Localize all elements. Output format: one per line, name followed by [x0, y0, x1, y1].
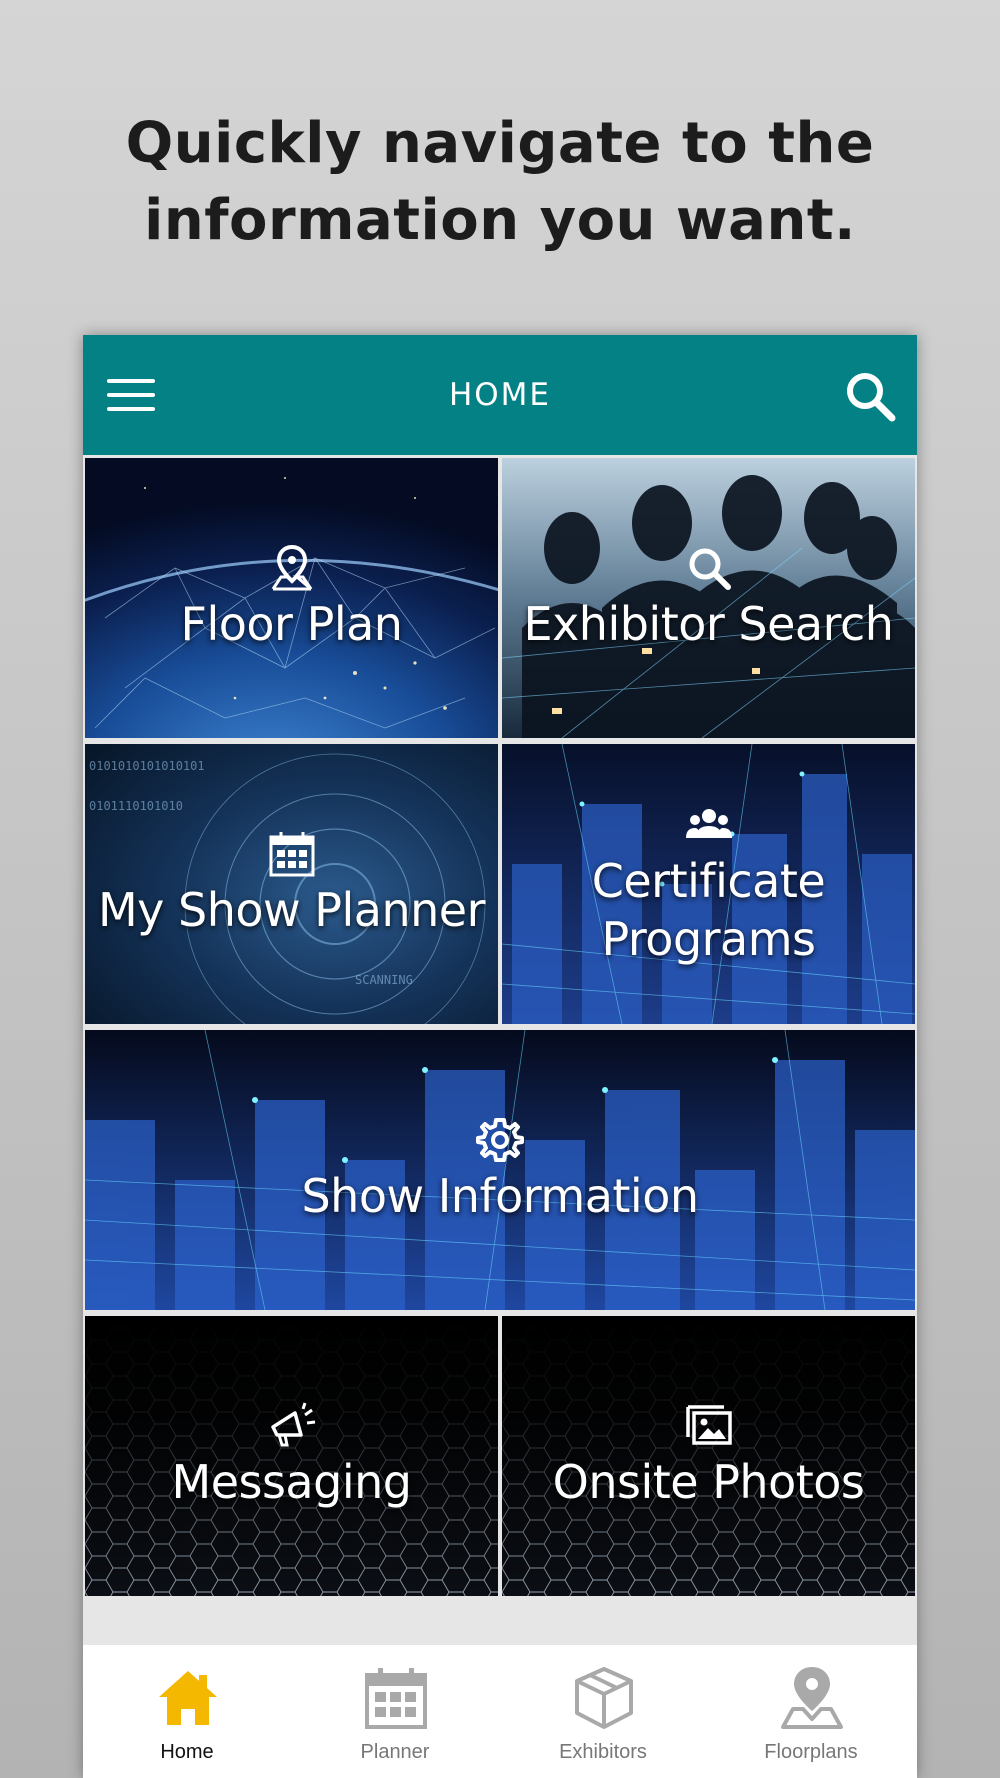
tab-label: Floorplans: [764, 1741, 858, 1763]
tab-floorplans[interactable]: Floorplans: [707, 1645, 915, 1778]
map-pin-icon: [781, 1667, 843, 1729]
home-icon: [159, 1671, 217, 1725]
tile-my-show-planner[interactable]: 0101010101010101 0101110101010 SCANNING …: [85, 744, 498, 1024]
megaphone-icon: [270, 1402, 315, 1447]
tile-exhibitor-search[interactable]: Exhibitor Search: [502, 458, 915, 738]
group-icon: [685, 809, 732, 838]
box-icon: [575, 1667, 633, 1729]
search-icon: [847, 373, 896, 422]
phone-screen: HOME Floor Plan Exhibitor Search 0101010…: [83, 335, 917, 1778]
map-pin-icon: [271, 544, 312, 591]
calendar-icon: [269, 832, 314, 877]
tile-label: Onsite Photos: [552, 1455, 865, 1509]
tab-home[interactable]: Home: [83, 1645, 291, 1778]
bottom-tab-bar: Home Planner Exhibitors Floorplans: [83, 1645, 917, 1778]
tab-label: Planner: [360, 1741, 430, 1763]
tile-label-line-2: Programs: [601, 912, 816, 966]
photos-icon: [685, 1405, 732, 1445]
app-bar: HOME: [83, 335, 917, 455]
tile-onsite-photos[interactable]: Onsite Photos: [502, 1316, 915, 1596]
tab-label: Exhibitors: [559, 1741, 647, 1763]
tile-label: Floor Plan: [180, 597, 403, 651]
tile-label: Messaging: [171, 1455, 412, 1509]
headline-line-2: information you want.: [144, 188, 856, 253]
search-icon: [689, 548, 731, 590]
tile-label: Exhibitor Search: [523, 597, 894, 651]
headline-line-1: Quickly navigate to the: [125, 111, 875, 176]
tile-certificate-programs[interactable]: Certificate Programs: [502, 744, 915, 1024]
tab-label: Home: [160, 1741, 214, 1763]
search-button[interactable]: [843, 369, 897, 423]
calendar-icon: [365, 1668, 427, 1729]
tab-planner[interactable]: Planner: [291, 1645, 499, 1778]
tile-label-line-1: Certificate: [591, 854, 826, 908]
tile-floor-plan[interactable]: Floor Plan: [85, 458, 498, 738]
tile-messaging[interactable]: Messaging: [85, 1316, 498, 1596]
headline: Quickly navigate to the information you …: [0, 105, 1000, 259]
tab-exhibitors[interactable]: Exhibitors: [499, 1645, 707, 1778]
tile-show-information[interactable]: Show Information: [85, 1030, 915, 1310]
gear-icon: [476, 1118, 524, 1162]
tile-label: Show Information: [301, 1169, 699, 1223]
tile-label: My Show Planner: [97, 883, 486, 937]
page-title: HOME: [448, 377, 552, 413]
